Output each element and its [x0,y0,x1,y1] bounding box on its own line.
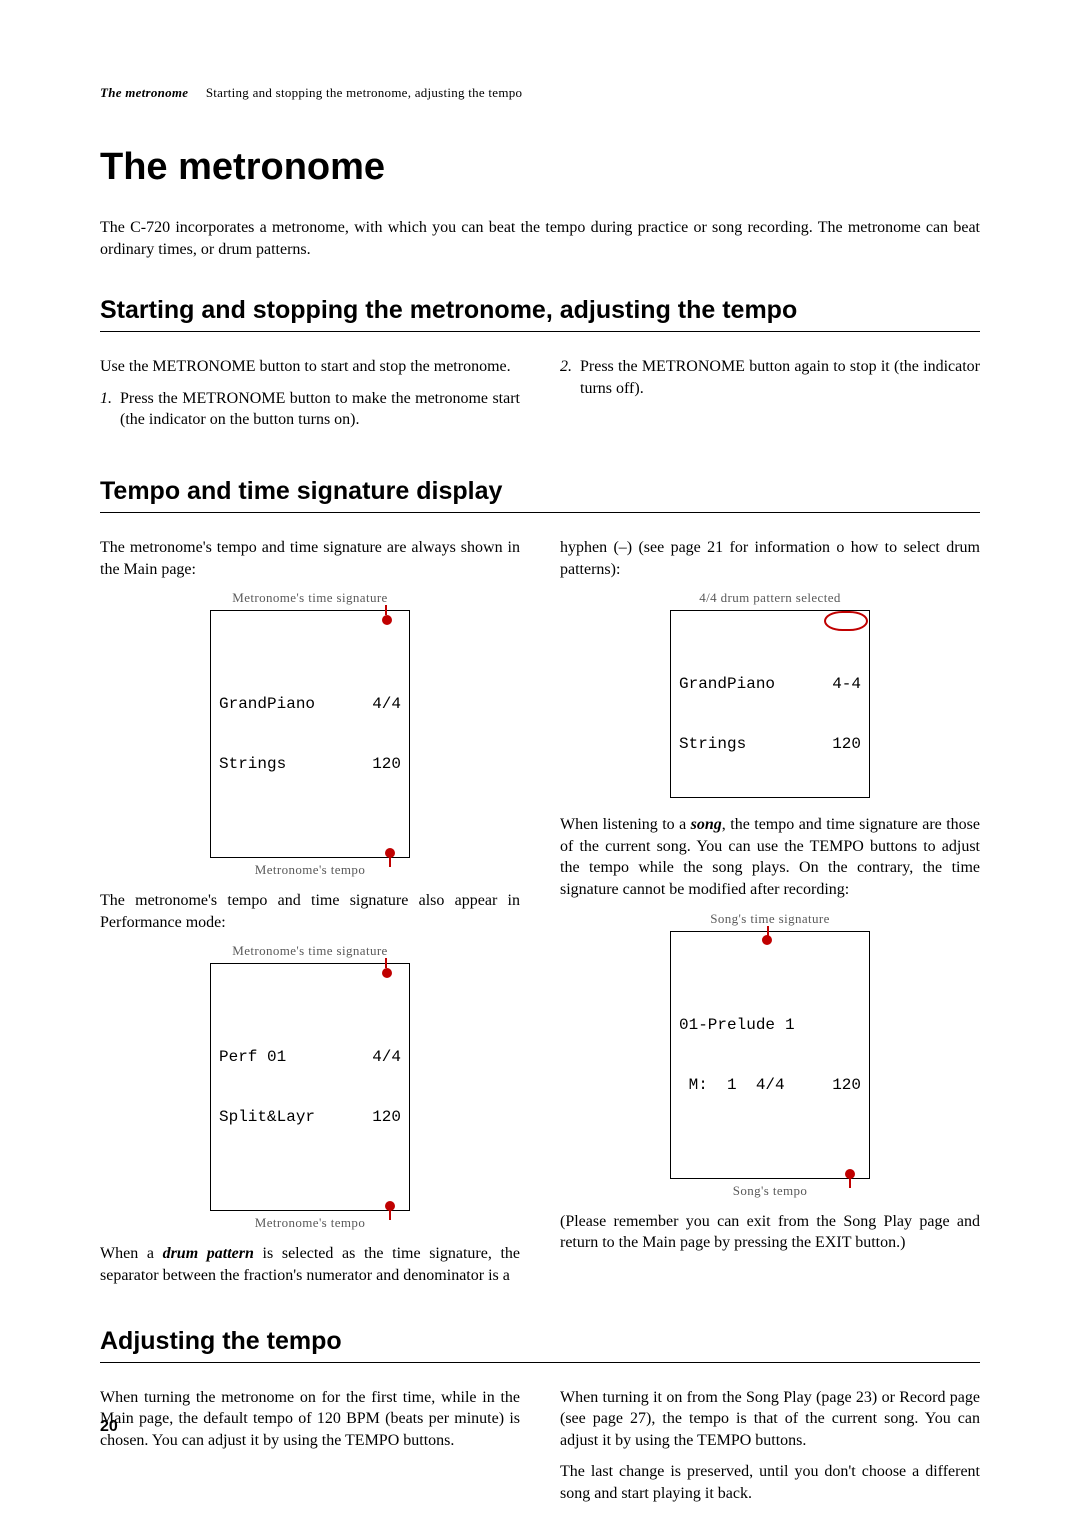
step-1-text: Press the METRONOME button to make the m… [120,388,520,431]
section-heading-tempo-display: Tempo and time signature display [100,477,980,513]
section-heading-adjusting: Adjusting the tempo [100,1327,980,1363]
lcd4-bot-label: Song's tempo [733,1183,808,1199]
marker-line-icon [385,958,387,968]
step-2-num: 2. [560,356,572,399]
s2-right-p2: When listening to a song, the tempo and … [560,814,980,900]
lcd3-r2-l: Strings [679,734,746,754]
lcd2-top-label: Metronome's time signature [232,943,387,959]
page-number: 20 [100,1418,118,1436]
s2-left-p2: The metronome's tempo and time signature… [100,890,520,933]
s2-right-p1: hyphen (–) (see page 21 for information … [560,537,980,580]
running-head: The metronome Starting and stopping the … [100,85,980,101]
s2-right-p2-a: When listening to a [560,816,691,833]
lcd1-bot-label: Metronome's tempo [255,862,365,878]
s3-left-p: When turning the metronome on for the fi… [100,1387,520,1452]
step-1-num: 1. [100,388,112,431]
lcd2-r1-r: 4/4 [372,1047,401,1067]
lcd4-r1-r: 1 [785,1015,795,1035]
section2-left-col: The metronome's tempo and time signature… [100,537,520,1297]
lcd3-r1-l: GrandPiano [679,674,775,694]
lcd2-r2-l: Split&Layr [219,1107,315,1127]
lcd-song: Song's time signature 01-Prelude 1 M: 1 4… [560,911,980,1199]
lcd1-r1-r: 4/4 [372,694,401,714]
page-title: The metronome [100,146,980,189]
lcd2-r1-l: Perf 01 [219,1047,286,1067]
marker-line-icon [389,1210,391,1220]
section1-columns: Use the METRONOME button to start and st… [100,356,980,437]
marker-dot-icon [382,968,392,978]
marker-line-icon [849,1178,851,1188]
lcd1-box: GrandPiano 4/4 Strings 120 [210,610,410,858]
lcd4-r1-l: 01-Prelude [679,1015,775,1035]
marker-oval-icon [824,611,868,631]
s3-right-p1: When turning it on from the Song Play (p… [560,1387,980,1452]
lcd1-r1-l: GrandPiano [219,694,315,714]
s2-right-p2-b: song [691,816,722,833]
intro-paragraph: The C-720 incorporates a metronome, with… [100,217,980,260]
s2-left-p1: The metronome's tempo and time signature… [100,537,520,580]
lcd4-box: 01-Prelude 1 M: 1 4/4 120 [670,931,870,1179]
s2-right-p3: (Please remember you can exit from the S… [560,1211,980,1254]
section2-columns: The metronome's tempo and time signature… [100,537,980,1297]
section3-left-col: When turning the metronome on for the fi… [100,1387,520,1515]
lcd4-r2-r: 120 [832,1075,861,1095]
section1-left-col: Use the METRONOME button to start and st… [100,356,520,437]
lcd-drum-pattern: 4/4 drum pattern selected GrandPiano 4-4 … [560,590,980,802]
section1-right-col: 2. Press the METRONOME button again to s… [560,356,980,437]
s3-right-p2: The last change is preserved, until you … [560,1461,980,1504]
lcd4-top-label: Song's time signature [710,911,830,927]
marker-dot-icon [762,935,772,945]
section3-columns: When turning the metronome on for the fi… [100,1387,980,1515]
marker-line-icon [385,605,387,615]
section1-left-para: Use the METRONOME button to start and st… [100,356,520,378]
section-heading-start-stop: Starting and stopping the metronome, adj… [100,296,980,332]
running-head-section: The metronome [100,85,188,100]
lcd3-top-label: 4/4 drum pattern selected [699,590,841,606]
lcd2-r2-r: 120 [372,1107,401,1127]
step-2: 2. Press the METRONOME button again to s… [560,356,980,399]
marker-dot-icon [382,615,392,625]
section3-right-col: When turning it on from the Song Play (p… [560,1387,980,1515]
marker-line-icon [389,857,391,867]
lcd3-box: GrandPiano 4-4 Strings 120 [670,610,870,798]
lcd-performance: Metronome's time signature Perf 01 4/4 Sp… [100,943,520,1231]
lcd2-bot-label: Metronome's tempo [255,1215,365,1231]
step-2-text: Press the METRONOME button again to stop… [580,356,980,399]
running-head-subtitle: Starting and stopping the metronome, adj… [206,85,522,100]
lcd2-box: Perf 01 4/4 Split&Layr 120 [210,963,410,1211]
s2-left-p3: When a drum pattern is selected as the t… [100,1243,520,1286]
lcd-main-page: Metronome's time signature GrandPiano 4/4… [100,590,520,878]
step-1: 1. Press the METRONOME button to make th… [100,388,520,431]
section2-right-col: hyphen (–) (see page 21 for information … [560,537,980,1297]
lcd3-r2-r: 120 [832,734,861,754]
s2-left-p3-b: drum pattern [163,1245,254,1262]
lcd1-top-label: Metronome's time signature [232,590,387,606]
s2-left-p3-a: When a [100,1245,163,1262]
lcd3-r1-r: 4-4 [832,674,861,694]
lcd1-r2-l: Strings [219,754,286,774]
lcd4-r2-l: M: 1 4/4 [679,1075,785,1095]
lcd1-r2-r: 120 [372,754,401,774]
